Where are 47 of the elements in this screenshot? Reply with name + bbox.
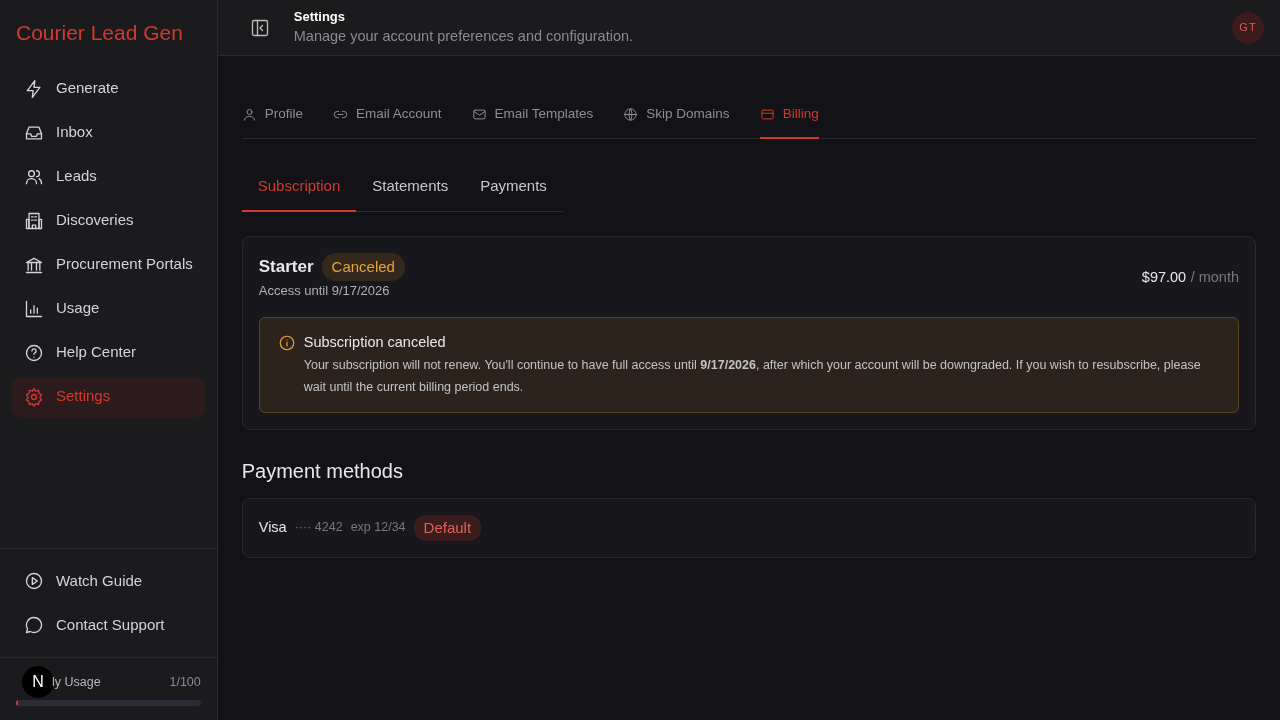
- settings-tab[interactable]: Email Templates: [471, 104, 594, 140]
- alert-title: Subscription canceled: [303, 332, 447, 352]
- usage-count: 1/100: [169, 673, 201, 691]
- settings-tab[interactable]: Billing: [759, 104, 819, 140]
- price: $97.00: [1141, 268, 1187, 285]
- plan-name: Starter: [258, 256, 314, 279]
- sidebar-item[interactable]: Discoveries: [12, 200, 205, 241]
- sidebar-item[interactable]: Procurement Portals: [12, 244, 205, 285]
- mail-icon: [471, 106, 487, 122]
- usage-label: ly Usage: [52, 673, 101, 691]
- avatar[interactable]: GT: [1232, 11, 1264, 44]
- page-subtitle: Manage your account preferences and configuration.: [293, 27, 634, 47]
- sidebar-item[interactable]: Watch Guide: [12, 561, 205, 601]
- card-expiry: exp 12/34: [350, 519, 406, 537]
- user-icon: [241, 106, 257, 122]
- app-title: Courier Lead Gen: [15, 20, 184, 46]
- sidebar-item[interactable]: Help Center: [12, 332, 205, 373]
- subscription-section-tab[interactable]: Payments: [464, 163, 563, 212]
- subscription-section-tab[interactable]: Subscription: [241, 163, 357, 212]
- access-date: Access until 9/17/2026: [258, 282, 391, 301]
- settings-tab[interactable]: Skip Domains: [623, 104, 730, 140]
- status-tag: Canceled: [321, 252, 405, 282]
- building-icon: [24, 210, 44, 231]
- billing-period: / month: [1190, 268, 1239, 285]
- dev-badge[interactable]: N: [22, 666, 54, 698]
- sidebar-item[interactable]: Contact Support: [12, 605, 205, 645]
- credit-card-icon: [759, 106, 775, 122]
- page-title: Settings: [293, 7, 347, 26]
- card-brand: Visa: [258, 517, 287, 537]
- bar-chart-icon: [24, 298, 44, 319]
- help-icon: [24, 342, 44, 363]
- alert-message: Your subscription will not renew. You'll continue to have full access until 9/17/2026, after which your account will be downgraded. If you wish to resubscribe, please wait until the current billing period ends.: [303, 356, 1202, 396]
- sidebar-item[interactable]: Generate: [12, 68, 205, 109]
- chat-icon: [24, 615, 44, 635]
- subscription-section-tab[interactable]: Statements: [356, 163, 465, 212]
- card-number: ···· 4242: [294, 519, 343, 537]
- default-tag: Default: [413, 514, 482, 541]
- sidebar-item[interactable]: Usage: [12, 288, 205, 329]
- sidebar-item[interactable]: Inbox: [12, 112, 205, 153]
- info-icon: [277, 333, 296, 352]
- settings-icon: [24, 386, 44, 407]
- play-icon: [24, 571, 44, 591]
- settings-tab[interactable]: Profile: [241, 104, 303, 140]
- sidebar-item[interactable]: Leads: [12, 156, 205, 197]
- globe-icon: [623, 106, 639, 122]
- settings-tab[interactable]: Email Account: [333, 104, 442, 140]
- section-heading: Payment methods: [241, 458, 404, 484]
